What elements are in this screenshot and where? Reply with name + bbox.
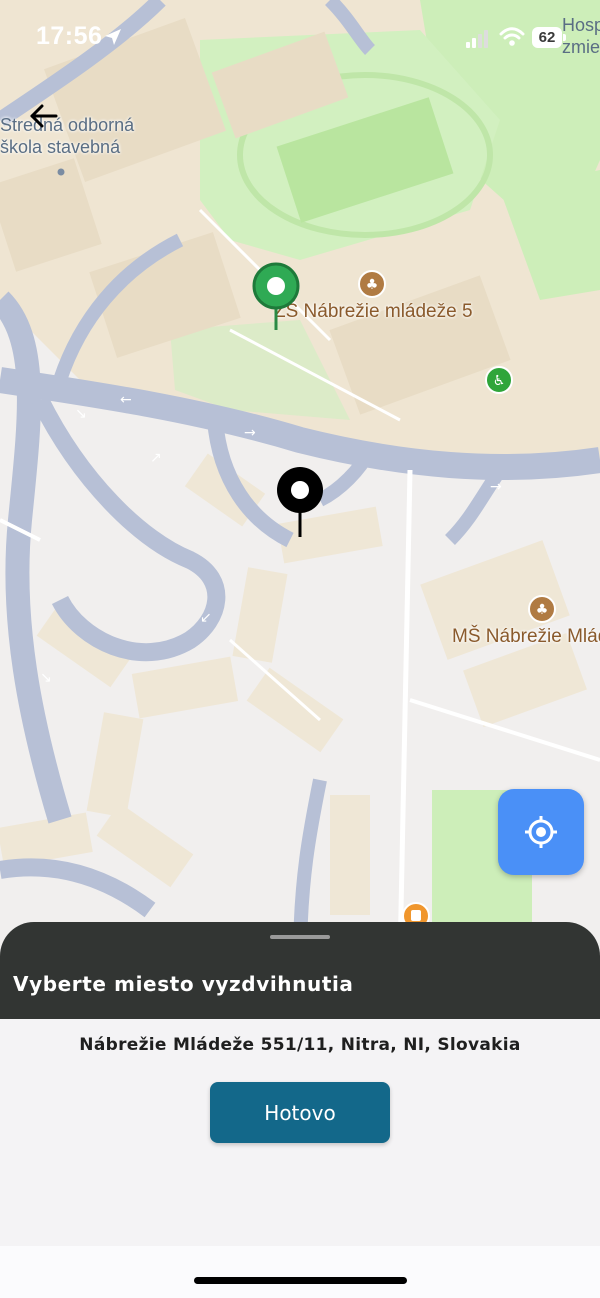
safe-area xyxy=(0,1246,600,1298)
status-bar: 17:56 62 xyxy=(0,0,600,76)
wifi-icon xyxy=(499,27,525,46)
done-button[interactable]: Hotovo xyxy=(210,1082,390,1143)
signal-icon xyxy=(466,30,488,48)
map-label-school: Stredná odborná škola stavebná xyxy=(0,115,135,157)
svg-text:←: ← xyxy=(120,392,132,408)
school-poi-icon[interactable]: ♣ xyxy=(528,595,556,623)
gps-locate-button[interactable] xyxy=(498,789,584,875)
drag-handle[interactable] xyxy=(270,935,330,939)
accessibility-poi-icon[interactable]: ♿ xyxy=(485,366,513,394)
arrow-left-icon xyxy=(30,104,58,128)
location-arrow-icon xyxy=(105,29,121,45)
sheet-header: Vyberte miesto vyzdvihnutia xyxy=(0,922,600,1019)
sheet-title: Vyberte miesto vyzdvihnutia xyxy=(13,972,354,996)
bottom-sheet: Vyberte miesto vyzdvihnutia Nábrežie Mlá… xyxy=(0,922,600,1298)
back-button[interactable] xyxy=(26,98,62,134)
map-label-ms: MŠ Nábrežie Mlád xyxy=(452,626,600,647)
svg-text:♣: ♣ xyxy=(536,602,549,618)
svg-text:↘: ↘ xyxy=(75,406,87,422)
black-pin-icon[interactable] xyxy=(275,465,325,539)
gps-target-icon xyxy=(525,816,557,848)
school-poi-icon[interactable]: ♣ xyxy=(358,270,386,298)
svg-text:↗: ↗ xyxy=(150,450,162,466)
battery-icon: 62 xyxy=(532,27,566,48)
green-pin-icon[interactable] xyxy=(252,262,300,332)
home-indicator[interactable] xyxy=(194,1277,407,1284)
svg-text:→: → xyxy=(244,425,256,441)
map-label-zs: ZŠ Nábrežie mládeže 5 xyxy=(274,301,473,322)
svg-text:→: → xyxy=(490,479,502,495)
svg-text:♿: ♿ xyxy=(493,373,506,389)
svg-text:↘: ↘ xyxy=(40,670,52,686)
svg-text:↙: ↙ xyxy=(200,610,212,626)
status-time: 17:56 xyxy=(36,22,103,50)
selected-address: Nábrežie Mládeže 551/11, Nitra, NI, Slov… xyxy=(79,1035,521,1055)
svg-text:♣: ♣ xyxy=(366,277,379,293)
